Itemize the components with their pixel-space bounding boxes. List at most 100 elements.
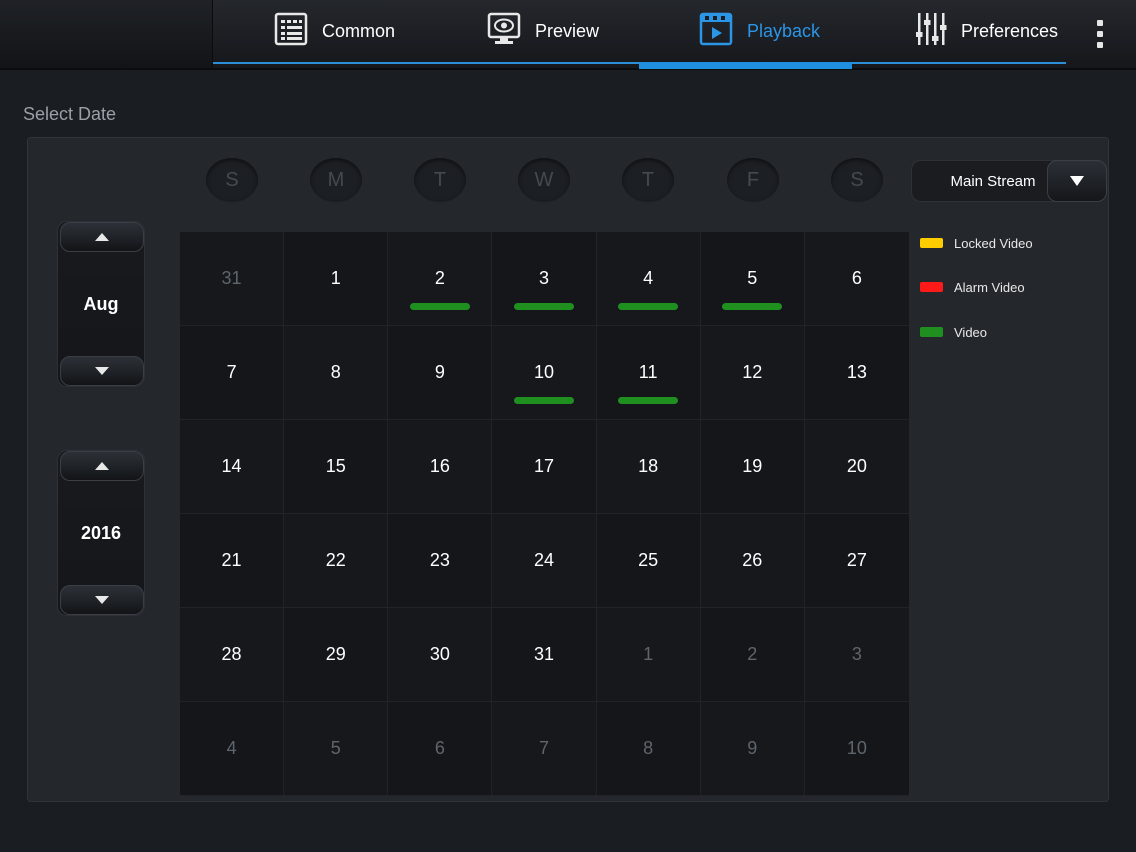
year-up-button[interactable] bbox=[60, 451, 144, 481]
calendar-day[interactable]: 29 bbox=[284, 608, 389, 702]
legend-locked-video: Locked Video bbox=[920, 233, 1033, 253]
chevron-up-icon bbox=[95, 462, 109, 470]
calendar-day[interactable]: 8 bbox=[284, 326, 389, 420]
tab-bar: Common Preview Playback Preferences bbox=[213, 0, 1066, 64]
calendar-day[interactable]: 8 bbox=[596, 702, 701, 796]
calendar-day[interactable]: 17 bbox=[492, 420, 597, 514]
calendar-day-number: 12 bbox=[742, 362, 763, 382]
weekday-fri: F bbox=[727, 158, 779, 202]
calendar-day[interactable]: 9 bbox=[388, 326, 493, 420]
stream-dropdown-button[interactable] bbox=[1047, 160, 1107, 202]
recording-indicator bbox=[513, 397, 574, 404]
calendar-day[interactable]: 10 bbox=[492, 326, 597, 420]
recording-indicator bbox=[618, 397, 679, 404]
tab-playback-label: Playback bbox=[747, 20, 821, 41]
calendar-day[interactable]: 5 bbox=[700, 232, 805, 326]
tab-common-label: Common bbox=[322, 20, 396, 41]
calendar-day-number: 16 bbox=[429, 456, 450, 476]
calendar-day-number: 7 bbox=[226, 362, 237, 382]
calendar-day[interactable]: 12 bbox=[700, 326, 805, 420]
month-value: Aug bbox=[83, 293, 119, 314]
stream-select[interactable]: Main Stream bbox=[911, 160, 1107, 202]
more-vertical-icon-dot bbox=[1097, 42, 1103, 48]
calendar-day[interactable]: 7 bbox=[492, 702, 597, 796]
calendar-day[interactable]: 4 bbox=[596, 232, 701, 326]
calendar-day[interactable]: 27 bbox=[804, 514, 909, 608]
chevron-down-icon bbox=[95, 596, 109, 604]
calendar-day-number: 14 bbox=[221, 456, 242, 476]
calendar-day-number: 30 bbox=[429, 644, 450, 664]
calendar-day[interactable]: 20 bbox=[804, 420, 909, 514]
calendar-day[interactable]: 21 bbox=[180, 514, 285, 608]
calendar-day[interactable]: 16 bbox=[388, 420, 493, 514]
calendar-day[interactable]: 9 bbox=[700, 702, 805, 796]
calendar-day[interactable]: 19 bbox=[700, 420, 805, 514]
recording-indicator bbox=[513, 303, 574, 310]
grid-list-icon bbox=[274, 12, 308, 51]
calendar-day-number: 9 bbox=[434, 362, 445, 382]
tab-common[interactable]: Common bbox=[274, 0, 395, 62]
calendar-day-number: 31 bbox=[221, 268, 242, 288]
chevron-up-icon bbox=[95, 233, 109, 241]
legend-alarm-video: Alarm Video bbox=[920, 277, 1025, 297]
calendar-day-number: 18 bbox=[638, 456, 659, 476]
calendar-day[interactable]: 2 bbox=[700, 608, 805, 702]
calendar-day-number: 26 bbox=[742, 550, 763, 570]
more-vertical-icon bbox=[1097, 20, 1103, 26]
calendar-day-number: 11 bbox=[638, 362, 658, 382]
calendar-day[interactable]: 28 bbox=[180, 608, 285, 702]
calendar-day-number: 8 bbox=[330, 362, 341, 382]
calendar-day[interactable]: 18 bbox=[596, 420, 701, 514]
year-down-button[interactable] bbox=[60, 585, 144, 615]
month-up-button[interactable] bbox=[60, 222, 144, 252]
calendar-day[interactable]: 3 bbox=[492, 232, 597, 326]
calendar-day[interactable]: 11 bbox=[596, 326, 701, 420]
calendar-day[interactable]: 22 bbox=[284, 514, 389, 608]
calendar-day[interactable]: 1 bbox=[596, 608, 701, 702]
legend-label: Alarm Video bbox=[954, 279, 1025, 295]
calendar-day-number: 1 bbox=[330, 268, 341, 288]
calendar-day-number: 2 bbox=[434, 268, 445, 288]
calendar-day-number: 31 bbox=[533, 644, 554, 664]
recording-indicator bbox=[722, 303, 783, 310]
calendar-day[interactable]: 14 bbox=[180, 420, 285, 514]
calendar-day[interactable]: 6 bbox=[804, 232, 909, 326]
weekday-sat: S bbox=[831, 158, 883, 202]
calendar-day[interactable]: 31 bbox=[492, 608, 597, 702]
tab-preferences[interactable]: Preferences bbox=[915, 0, 1058, 62]
calendar-day[interactable]: 7 bbox=[180, 326, 285, 420]
weekday-sun: S bbox=[206, 158, 258, 202]
tab-preview[interactable]: Preview bbox=[487, 0, 599, 62]
calendar-day-number: 24 bbox=[533, 550, 554, 570]
calendar-day-number: 3 bbox=[538, 268, 549, 288]
calendar-day[interactable]: 15 bbox=[284, 420, 389, 514]
calendar-day[interactable]: 1 bbox=[284, 232, 389, 326]
calendar-day-number: 27 bbox=[846, 550, 867, 570]
calendar-day[interactable]: 30 bbox=[388, 608, 493, 702]
calendar-day[interactable]: 3 bbox=[804, 608, 909, 702]
calendar-day[interactable]: 26 bbox=[700, 514, 805, 608]
calendar-day-number: 3 bbox=[851, 644, 862, 664]
calendar-day[interactable]: 4 bbox=[180, 702, 285, 796]
calendar-day[interactable]: 10 bbox=[804, 702, 909, 796]
recording-indicator bbox=[409, 303, 470, 310]
more-menu-button[interactable] bbox=[1085, 14, 1115, 54]
legend-video: Video bbox=[920, 322, 987, 342]
calendar-day[interactable]: 25 bbox=[596, 514, 701, 608]
tab-playback[interactable]: Playback bbox=[699, 0, 820, 62]
calendar-day[interactable]: 2 bbox=[388, 232, 493, 326]
weekday-tue: T bbox=[414, 158, 466, 202]
calendar-day[interactable]: 31 bbox=[180, 232, 285, 326]
calendar-day-number: 19 bbox=[742, 456, 763, 476]
top-nav-bar: Common Preview Playback Preferences bbox=[0, 0, 1136, 70]
month-down-button[interactable] bbox=[60, 356, 144, 386]
calendar-day[interactable]: 5 bbox=[284, 702, 389, 796]
calendar-day[interactable]: 24 bbox=[492, 514, 597, 608]
more-vertical-icon-dot bbox=[1097, 31, 1103, 37]
calendar-day[interactable]: 23 bbox=[388, 514, 493, 608]
calendar-day-number: 4 bbox=[643, 268, 654, 288]
calendar-day[interactable]: 6 bbox=[388, 702, 493, 796]
calendar-day[interactable]: 13 bbox=[804, 326, 909, 420]
section-label: Select Date bbox=[23, 104, 117, 124]
legend-label: Locked Video bbox=[954, 235, 1033, 251]
